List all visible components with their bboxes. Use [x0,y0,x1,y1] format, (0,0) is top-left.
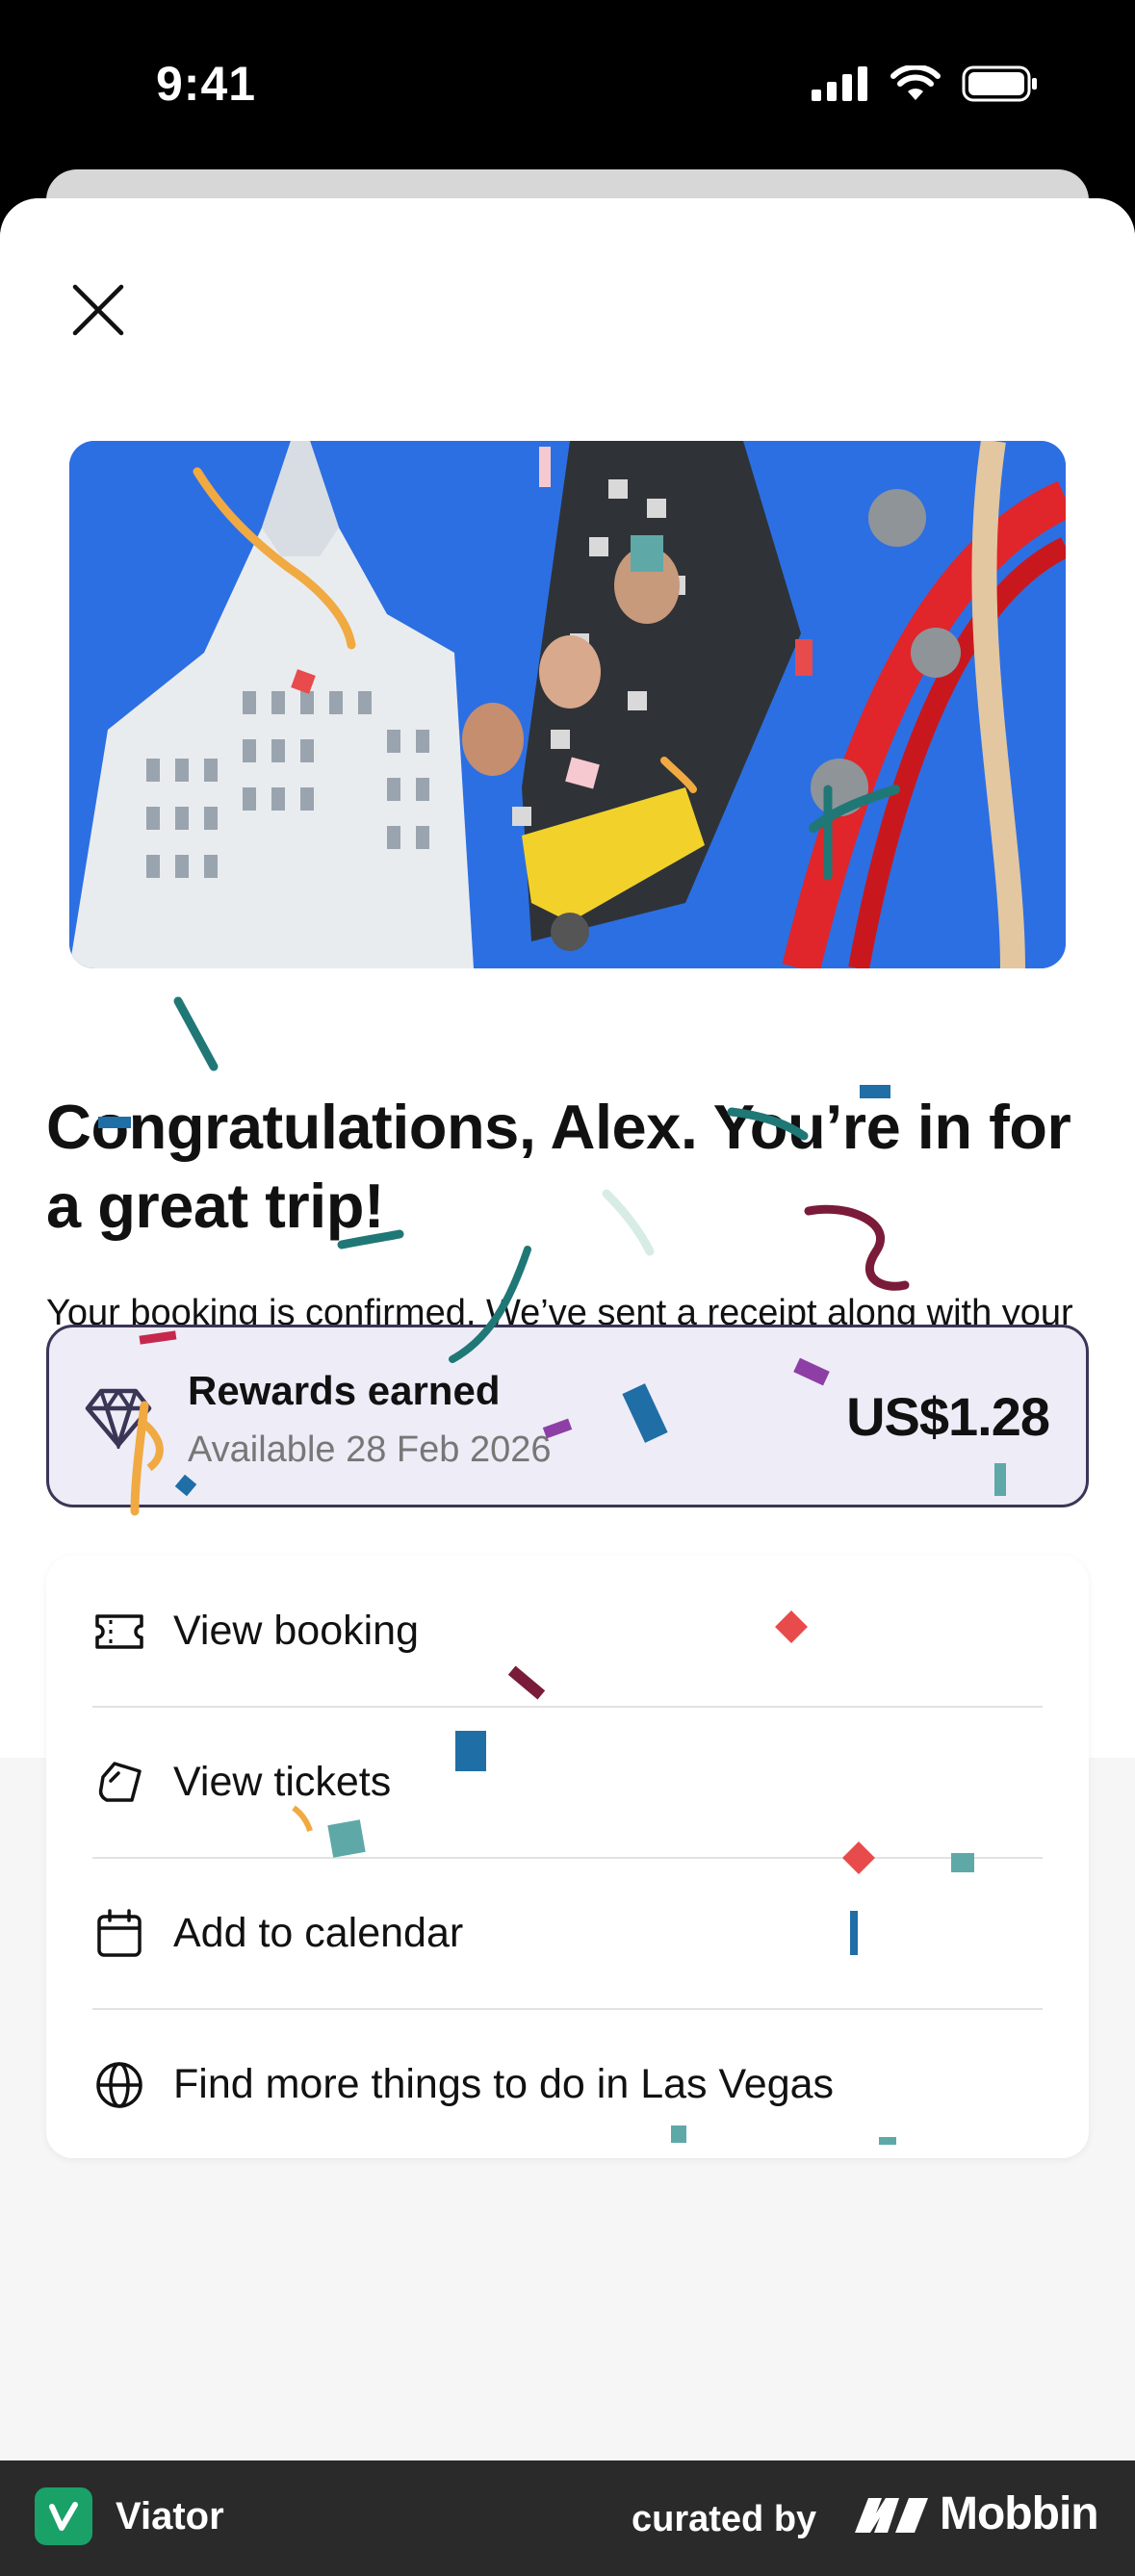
close-icon [72,284,124,336]
signal-icon [812,66,867,101]
rewards-title: Rewards earned [188,1368,501,1413]
action-label: Find more things to do in Las Vegas [173,2061,835,2107]
brand-name: Mobbin [940,2488,1099,2539]
rewards-amount: US$1.28 [846,1386,1050,1447]
footer-bar: Viator curated by Mobbin [0,2460,1135,2576]
view-booking-button[interactable]: View booking [92,1556,1043,1707]
curated-by-label: curated by [632,2499,817,2539]
mobbin-logo: Mobbin [853,2487,1099,2540]
confirmation-sheet: Congratulations, Alex. You’re in for a g… [0,198,1135,2460]
diamond-icon [85,1388,152,1449]
mobbin-logo-icon [855,2497,928,2533]
view-tickets-button[interactable]: View tickets [92,1707,1043,1858]
sheet-content [0,198,1135,1758]
action-label: View booking [173,1608,419,1654]
action-label: View tickets [173,1759,392,1805]
hand-ticket-icon [98,1761,142,1802]
battery-icon [962,65,1037,102]
globe-icon [96,2061,142,2108]
ticket-icon [95,1613,143,1649]
hero-image [69,441,1066,968]
viator-logo-icon [35,2487,92,2545]
page-title: Congratulations, Alex. You’re in for a g… [46,1092,1071,1241]
status-time: 9:41 [156,57,257,111]
action-label: Add to calendar [173,1910,464,1956]
add-to-calendar-button[interactable]: Add to calendar [92,1858,1043,2009]
close-button[interactable] [60,271,137,348]
status-bar: 9:41 [0,0,1135,168]
status-icons [812,65,1039,102]
rewards-availability: Available 28 Feb 2026 [188,1430,552,1470]
wifi-icon [890,65,941,100]
rewards-card: Rewards earned Available 28 Feb 2026 US$… [46,1325,1089,1507]
actions-list: View booking View tickets Add to calenda… [46,1556,1089,2158]
find-more-things-button[interactable]: Find more things to do in Las Vegas [92,2009,1043,2160]
app-name: Viator [116,2495,224,2537]
calendar-icon [97,1908,142,1957]
